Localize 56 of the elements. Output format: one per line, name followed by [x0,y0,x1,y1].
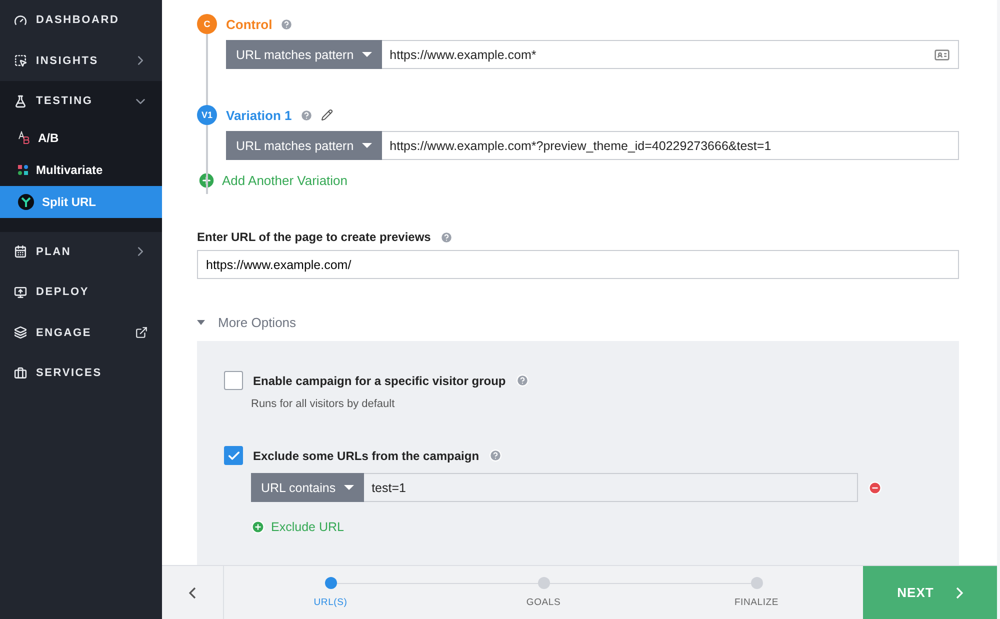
nav-item[interactable]: TESTING [0,81,162,122]
variation-title: Control [226,16,272,32]
cursor-icon [14,54,27,68]
option-label: Enable campaign for a specific visitor group [253,374,506,388]
plus-icon [251,520,265,534]
help-icon[interactable] [300,108,313,122]
calendar-icon [14,245,27,258]
field-label: Enter URL of the page to create previews [197,230,431,244]
preview-url-field[interactable]: https://www.example.com/ [197,250,959,279]
url-field[interactable]: https://www.example.com*?preview_theme_id=40229273666&test=1 [382,131,959,160]
briefcase-icon [14,366,27,380]
match-dropdown[interactable]: URL matches pattern [226,40,382,69]
option-hint: Runs for all visitors by default [251,398,396,410]
match-dropdown[interactable]: URL contains [251,473,364,502]
match-dropdown[interactable]: URL matches pattern [226,131,382,160]
nav-item[interactable]: ENGAGE [0,312,162,353]
grid-icon [18,164,28,174]
step-label: URL(S) [314,597,348,608]
flask-icon [14,94,27,108]
checkbox[interactable] [224,371,243,390]
option-label: Exclude some URLs from the campaign [253,448,480,462]
remove-icon[interactable] [868,480,882,494]
help-icon[interactable] [489,449,502,462]
help-icon[interactable] [280,18,294,30]
variation-badge: V1 [197,105,217,125]
nav-item[interactable]: DEPLOY [0,272,162,312]
nav-subitem[interactable]: A/B [0,122,162,154]
variation-badge: C [197,14,217,34]
nav-item[interactable]: DASHBOARD [0,0,162,40]
help-icon[interactable] [440,230,453,244]
nav-item[interactable]: INSIGHTS [0,40,162,81]
url-field[interactable]: https://www.example.com* [382,40,959,69]
monitor-icon [14,286,27,299]
check-icon [226,448,240,462]
help-icon[interactable] [516,374,529,387]
chevron-right-icon [956,586,963,598]
step-dot[interactable] [324,577,336,589]
layers-icon [14,326,27,340]
pencil-icon[interactable] [320,109,333,121]
variation-title: Variation 1 [226,108,292,122]
rule-field[interactable]: test=1 [364,473,858,502]
id-card-icon[interactable] [934,46,950,62]
nav-item[interactable]: PLAN [0,232,162,272]
step-dot[interactable] [538,577,550,589]
checkbox[interactable] [224,446,243,465]
external-link-icon [135,326,148,340]
ab-icon [18,131,30,144]
more-options-toggle[interactable]: More Options [197,315,959,330]
step-label: FINALIZE [734,597,779,608]
split-icon [18,194,34,210]
nav-subitem[interactable]: Multivariate [0,154,162,186]
step-dot[interactable] [750,577,762,589]
step-label: GOALS [526,597,561,608]
nav-item[interactable]: SERVICES [0,353,162,394]
gauge-icon [14,14,27,27]
chevron-left-icon [189,586,196,598]
